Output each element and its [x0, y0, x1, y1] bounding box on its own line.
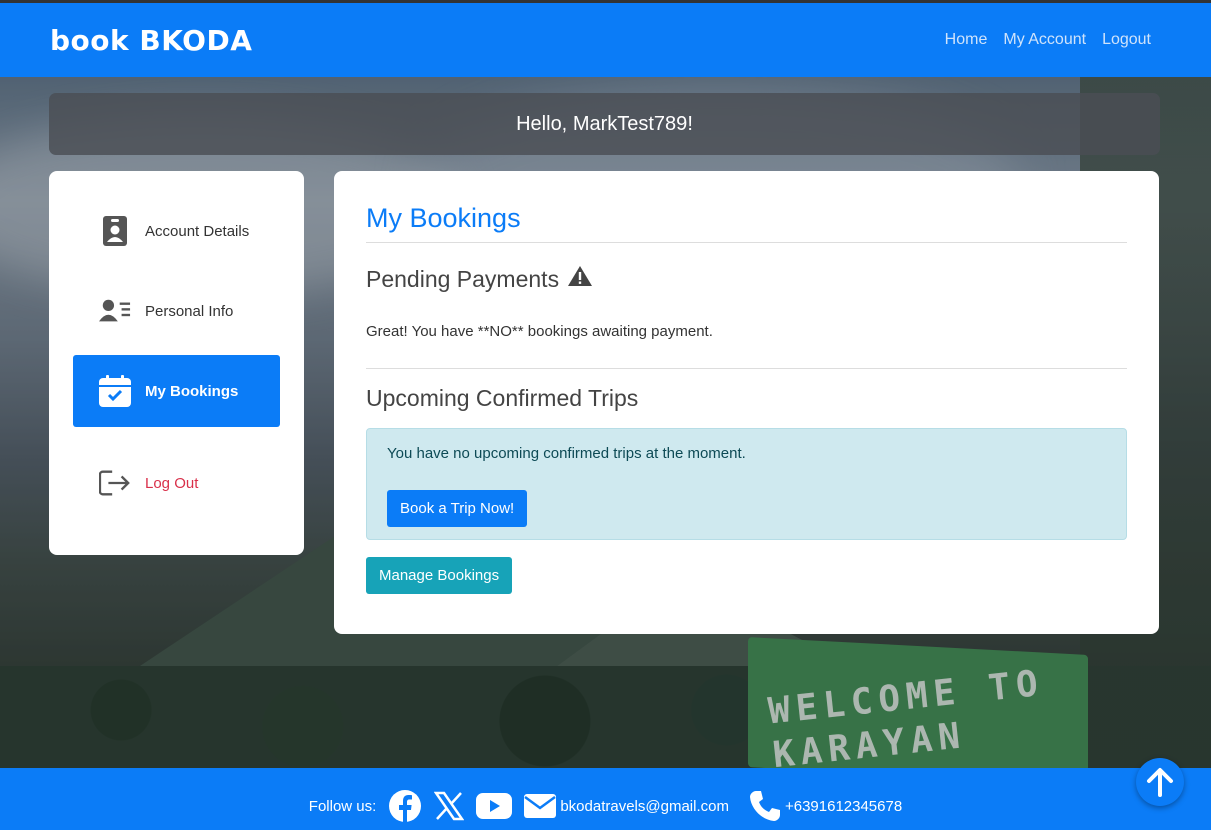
pending-payments-heading: Pending Payments: [366, 265, 1127, 293]
logout-icon: [99, 467, 131, 499]
no-trips-message: You have no upcoming confirmed trips at …: [387, 445, 746, 462]
upcoming-trips-heading: Upcoming Confirmed Trips: [366, 385, 639, 411]
email-contact[interactable]: bkodatravels@gmail.com: [524, 794, 729, 818]
x-twitter-icon[interactable]: [434, 791, 465, 821]
account-sidebar: Account Details Personal Info My Booking…: [49, 171, 304, 555]
address-card-icon: [99, 295, 131, 327]
envelope-icon: [524, 794, 557, 818]
no-trips-alert: You have no upcoming confirmed trips at …: [366, 428, 1127, 540]
brand-logo[interactable]: book BKODA: [50, 24, 252, 57]
top-navbar: book BKODA Home My Account Logout: [0, 0, 1211, 77]
phone-icon: [749, 791, 780, 821]
greeting-prefix: Hello,: [516, 112, 573, 135]
arrow-up-icon: [1147, 768, 1173, 797]
greeting-username: MarkTest789: [572, 112, 688, 135]
follow-us-label: Follow us:: [308, 797, 377, 815]
nav-my-account-link[interactable]: My Account: [1003, 31, 1086, 49]
sidebar-item-my-bookings[interactable]: My Bookings: [73, 355, 280, 427]
greeting-suffix: !: [687, 112, 693, 135]
section-divider: [366, 368, 1127, 369]
sidebar-item-label: Personal Info: [145, 302, 234, 320]
scroll-to-top-button[interactable]: [1136, 758, 1184, 806]
sidebar-item-label: My Bookings: [145, 382, 239, 400]
id-badge-icon: [99, 215, 131, 247]
email-text: bkodatravels@gmail.com: [560, 797, 729, 815]
sidebar-item-personal-info[interactable]: Personal Info: [73, 275, 280, 347]
sidebar-item-label: Log Out: [145, 474, 199, 492]
pending-payments-label: Pending Payments: [366, 265, 560, 292]
sidebar-item-account-details[interactable]: Account Details: [73, 195, 280, 267]
calendar-check-icon: [99, 375, 131, 407]
manage-bookings-button[interactable]: Manage Bookings: [366, 557, 513, 594]
facebook-icon[interactable]: [388, 789, 422, 823]
bookings-card: My Bookings Pending Payments Great! You …: [334, 171, 1159, 634]
nav-links: Home My Account Logout: [945, 31, 1151, 49]
phone-text: +6391612345678: [784, 797, 903, 815]
youtube-icon[interactable]: [476, 793, 513, 819]
warning-icon: [567, 265, 593, 293]
nav-logout-link[interactable]: Logout: [1102, 31, 1151, 49]
nav-home-link[interactable]: Home: [945, 31, 988, 49]
phone-contact[interactable]: +6391612345678: [749, 790, 902, 822]
page-title: My Bookings: [366, 203, 1127, 243]
pending-payments-message: Great! You have **NO** bookings awaiting…: [366, 323, 713, 340]
sidebar-item-label: Account Details: [145, 222, 250, 240]
greeting-banner: Hello, MarkTest789!: [49, 93, 1160, 155]
footer: Follow us: bkodatravels@gmail.com +63916…: [0, 768, 1211, 830]
sidebar-item-logout[interactable]: Log Out: [73, 447, 280, 519]
book-trip-button[interactable]: Book a Trip Now!: [387, 490, 528, 527]
